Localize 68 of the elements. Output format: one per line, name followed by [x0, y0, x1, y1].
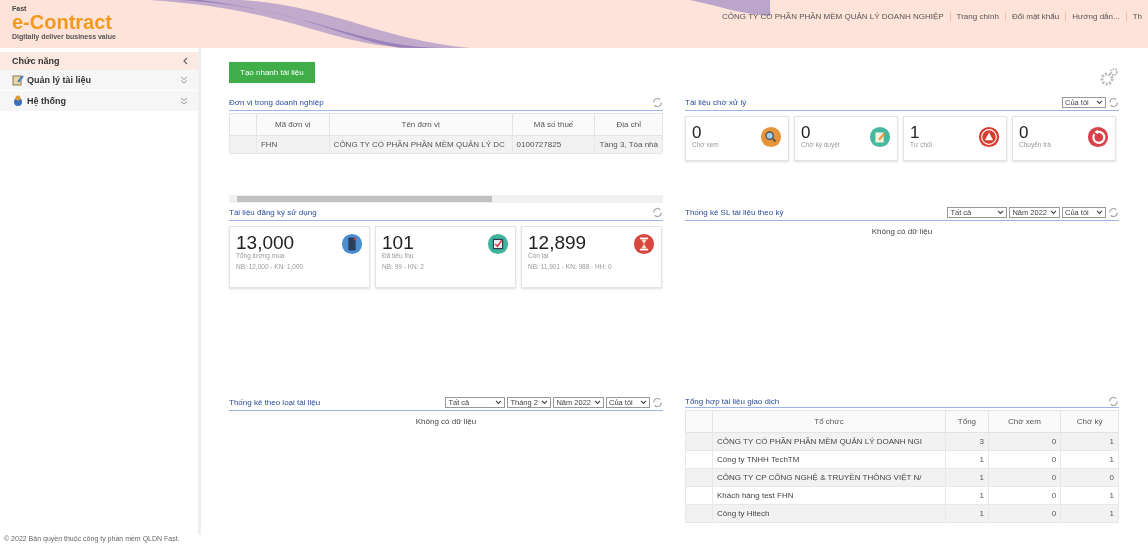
refresh-icon[interactable]: [1108, 97, 1119, 108]
product-logo: e-Contract: [12, 12, 113, 32]
panel-title: Tổng hợp tài liệu giao dịch: [685, 396, 780, 406]
table-cell: 1: [1060, 486, 1119, 505]
table-cell: 1: [945, 486, 989, 505]
stat-value: 0: [692, 124, 703, 142]
chevron-down-icon: [640, 400, 647, 405]
edit-icon: [869, 126, 891, 148]
table-cell: Khách hàng test FHN: [712, 486, 946, 505]
chevron-down-icon: [495, 400, 503, 405]
panel-title: Tài liệu đăng ký sử dụng: [229, 208, 317, 217]
stat-value: 0: [1019, 124, 1029, 142]
chevron-down-icon: [1096, 100, 1103, 105]
empty-message: Không có dữ liệu: [415, 417, 477, 426]
double-chevron-icon: [180, 76, 188, 84]
stat-value: 12,899: [528, 233, 588, 253]
sidebar-title: Chức năng: [12, 56, 60, 66]
column-header: Tổng: [945, 410, 989, 433]
chevron-down-icon: [997, 210, 1005, 215]
refresh-icon[interactable]: [652, 97, 663, 108]
column-header: Tên đơn vị: [329, 113, 513, 136]
double-chevron-icon: [180, 97, 188, 105]
document-icon: [12, 74, 24, 86]
empty-message: Không có dữ liệu: [871, 227, 933, 236]
sidebar-item[interactable]: Quản lý tài liệu: [0, 70, 198, 91]
refresh-icon[interactable]: [652, 207, 663, 218]
hourglass-icon: [633, 233, 655, 255]
column-header: Mã đơn vị: [256, 113, 330, 136]
refresh-icon[interactable]: [1108, 395, 1119, 407]
table-cell: 1: [945, 450, 989, 469]
sidebar-item[interactable]: Hệ thống: [0, 91, 198, 112]
table-cell: Công ty TNHH TechTM: [712, 450, 946, 469]
column-header: Chờ ký: [1060, 410, 1119, 433]
stat-value: 1: [910, 124, 920, 142]
collapse-icon[interactable]: [182, 57, 188, 65]
refresh-icon[interactable]: [1108, 207, 1119, 218]
stat-value: 0: [801, 124, 812, 142]
nav-link[interactable]: Trang chính: [949, 12, 1005, 21]
column-header: Mã số thuế: [512, 113, 595, 136]
horizontal-scrollbar[interactable]: [229, 195, 663, 203]
panel-title: Tài liệu chờ xử lý: [685, 98, 747, 107]
stat-value: 101: [382, 233, 415, 253]
panel-title: Thống kê theo loại tài liệu: [229, 398, 321, 407]
book-icon: [341, 233, 363, 255]
stat-value: 13,000: [236, 233, 296, 253]
warning-icon: [978, 126, 1000, 148]
nav-link[interactable]: Th: [1125, 12, 1148, 21]
column-header: Tổ chức: [712, 410, 946, 433]
panel-title: Thống kê SL tài liệu theo kỳ: [685, 208, 784, 217]
system-icon: [12, 95, 24, 107]
table-cell: 0: [988, 486, 1061, 505]
chevron-down-icon: [594, 400, 601, 405]
undo-icon: [1087, 126, 1109, 148]
checkbox-icon: [487, 233, 509, 255]
chevron-down-icon: [1096, 210, 1103, 215]
chevron-down-icon: [1050, 210, 1057, 215]
table-cell: 0: [988, 450, 1061, 469]
chevron-down-icon: [541, 400, 549, 405]
settings-icon[interactable]: [1099, 67, 1119, 87]
nav-link[interactable]: Đổi mật khẩu: [1005, 12, 1066, 21]
search-icon: [760, 126, 782, 148]
column-header: Địa chỉ: [594, 113, 663, 136]
refresh-icon[interactable]: [652, 397, 663, 408]
panel-title: Đơn vị trong doanh nghiệp: [229, 98, 324, 107]
company-name: CÔNG TY CỔ PHẦN PHẦN MỀM QUẢN LÝ DOANH NGHIỆP: [721, 12, 945, 21]
column-header: Chờ xem: [988, 410, 1061, 433]
table-cell: 1: [1060, 450, 1119, 469]
nav-link[interactable]: Hướng dẫn...: [1065, 12, 1126, 21]
